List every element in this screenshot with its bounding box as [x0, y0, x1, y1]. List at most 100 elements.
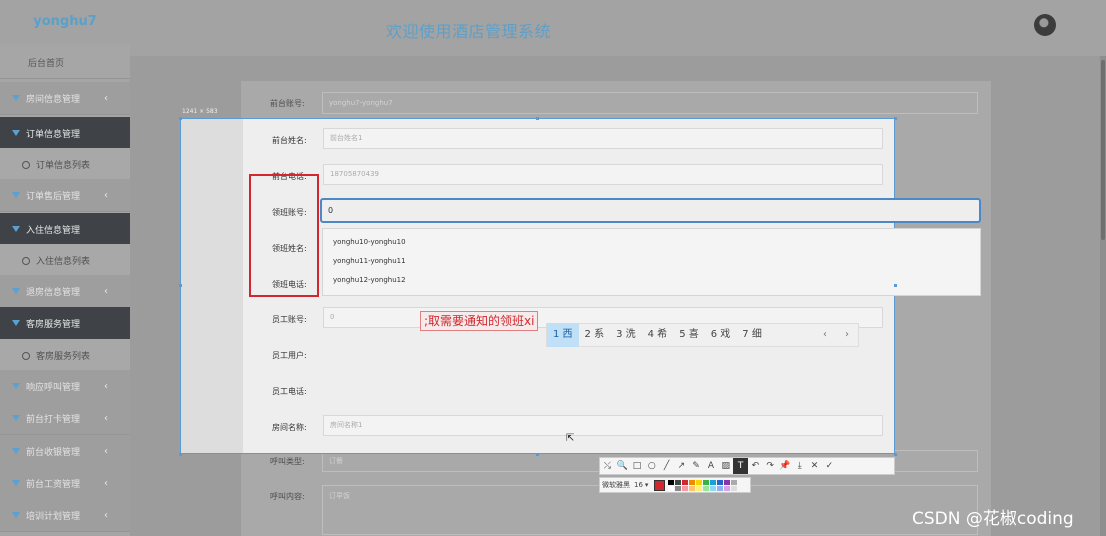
sidebar-item[interactable]: 退房信息管理 ‹	[0, 275, 130, 308]
zoom-icon[interactable]: 🔍	[615, 461, 630, 471]
sidebar-item-label: 后台首页	[28, 58, 65, 69]
ime-candidate[interactable]: 1 西	[547, 323, 579, 347]
rectangle-icon[interactable]: □	[630, 461, 645, 471]
sidebar-item[interactable]: 前台打卡管理 ‹	[0, 402, 130, 435]
dropdown-option[interactable]: yonghu12-yonghu12	[333, 276, 406, 284]
avatar[interactable]	[1034, 14, 1056, 36]
sidebar-item[interactable]: 响应呼叫管理 ‹	[0, 370, 130, 403]
chevron-right-icon[interactable]: ›	[836, 323, 858, 347]
resize-handle[interactable]	[179, 453, 182, 456]
resize-handle[interactable]	[536, 453, 539, 456]
marker-icon[interactable]: A	[704, 461, 719, 471]
sidebar-item[interactable]: 培训计划管理 ‹	[0, 499, 130, 532]
resize-handle[interactable]	[894, 117, 897, 120]
top-header: yonghu7 欢迎使用酒店管理系统	[0, 0, 1106, 56]
page-title: 欢迎使用酒店管理系统	[386, 22, 552, 41]
field-input[interactable]: 18705870439	[323, 164, 883, 185]
color-swatch[interactable]	[696, 479, 703, 485]
chevron-left-icon: ‹	[104, 509, 108, 521]
undo-icon[interactable]: ↶	[748, 461, 763, 471]
ime-candidate[interactable]: 2 系	[579, 323, 611, 347]
sidebar-item[interactable]: 后台首页	[0, 46, 130, 79]
color-swatch[interactable]	[717, 479, 724, 485]
resize-handle[interactable]	[894, 284, 897, 287]
dropdown-option[interactable]: yonghu11-yonghu11	[333, 257, 406, 265]
color-swatch[interactable]	[675, 485, 682, 491]
check-icon[interactable]: ✓	[822, 461, 837, 471]
color-palette	[668, 479, 738, 491]
chevron-down-icon[interactable]: ▾	[645, 481, 649, 489]
scrollbar[interactable]	[1100, 56, 1106, 536]
color-swatch[interactable]	[710, 479, 717, 485]
sidebar-item[interactable]: 订单信息列表	[0, 148, 130, 181]
mosaic-icon[interactable]: ⤯	[600, 461, 615, 471]
ellipse-icon[interactable]: ○	[644, 461, 659, 471]
color-swatch[interactable]	[703, 479, 710, 485]
chevron-left-icon: ‹	[104, 477, 108, 489]
ime-candidate[interactable]: 3 洗	[610, 323, 642, 347]
field-label: 前台姓名:	[272, 136, 307, 145]
sidebar-item[interactable]: 客房服务列表	[0, 339, 130, 372]
line-icon[interactable]: ╱	[659, 461, 674, 471]
color-swatch[interactable]	[689, 479, 696, 485]
diamond-icon	[12, 95, 20, 101]
sidebar-item[interactable]: 前台收银管理 ‹	[0, 435, 130, 468]
arrow-icon[interactable]: ↗	[674, 461, 689, 471]
color-swatch[interactable]	[682, 485, 689, 491]
sidebar-item[interactable]: 房间信息管理 ‹	[0, 82, 130, 115]
current-color-swatch[interactable]	[654, 479, 666, 491]
diamond-icon	[12, 192, 20, 198]
resize-handle[interactable]	[179, 284, 182, 287]
pin-icon[interactable]: 📌	[778, 461, 793, 471]
pen-icon[interactable]: ✎	[689, 461, 704, 471]
font-size[interactable]: 16	[634, 481, 643, 489]
sidebar-item-label: 响应呼叫管理	[26, 382, 81, 393]
sidebar-item[interactable]: 入住信息管理	[0, 213, 130, 246]
mouse-cursor-icon: ⇱	[566, 433, 575, 444]
sidebar-item[interactable]: 前台工资管理 ‹	[0, 467, 130, 500]
ime-candidate-bar: 1 西2 系3 洗4 希5 喜6 戏7 细 ‹ ›	[546, 323, 859, 347]
sidebar-item[interactable]: 订单售后管理 ‹	[0, 179, 130, 212]
download-icon[interactable]: ⤓	[792, 461, 807, 471]
field-label: 房间名称:	[272, 423, 307, 432]
color-swatch[interactable]	[717, 485, 724, 491]
ime-candidate[interactable]: 7 细	[736, 323, 768, 347]
sidebar-item-label: 订单信息管理	[26, 129, 81, 140]
ime-candidate[interactable]: 6 戏	[705, 323, 737, 347]
resize-handle[interactable]	[179, 117, 182, 120]
font-name[interactable]: 微软雅黑	[602, 480, 630, 490]
redo-icon[interactable]: ↷	[763, 461, 778, 471]
color-swatch[interactable]	[731, 479, 738, 485]
sidebar-item-label: 入住信息列表	[36, 256, 91, 267]
sidebar-item-label: 入住信息管理	[26, 225, 81, 236]
chevron-left-icon[interactable]: ‹	[814, 323, 836, 347]
ime-candidate[interactable]: 4 希	[642, 323, 674, 347]
field-input[interactable]: 房间名称1	[323, 415, 883, 436]
sidebar-item[interactable]: 订单信息管理	[0, 117, 130, 150]
text-icon[interactable]: T	[733, 458, 748, 474]
color-swatch[interactable]	[682, 479, 689, 485]
color-swatch[interactable]	[710, 485, 717, 491]
leader-account-select[interactable]: 0	[320, 198, 981, 223]
color-swatch[interactable]	[675, 479, 682, 485]
sidebar-item[interactable]: 客房服务管理	[0, 307, 130, 340]
color-swatch[interactable]	[703, 485, 710, 491]
color-swatch[interactable]	[668, 479, 675, 485]
color-swatch[interactable]	[696, 485, 703, 491]
blur-icon[interactable]: ▨	[718, 461, 733, 471]
diamond-icon	[12, 415, 20, 421]
close-icon[interactable]: ✕	[807, 461, 822, 471]
color-swatch[interactable]	[724, 485, 731, 491]
field-input[interactable]: yonghu7-yonghu7	[322, 92, 978, 114]
color-swatch[interactable]	[689, 485, 696, 491]
annotation-text[interactable]: ;取需要通知的领班xi	[420, 311, 539, 331]
color-swatch[interactable]	[731, 485, 738, 491]
field-input[interactable]: 前台姓名1	[323, 128, 883, 149]
resize-handle[interactable]	[894, 453, 897, 456]
dropdown-option[interactable]: yonghu10-yonghu10	[333, 238, 406, 246]
ime-candidate[interactable]: 5 喜	[673, 323, 705, 347]
sidebar-item[interactable]: 入住信息列表	[0, 244, 130, 277]
resize-handle[interactable]	[536, 117, 539, 120]
color-swatch[interactable]	[668, 485, 675, 491]
color-swatch[interactable]	[724, 479, 731, 485]
